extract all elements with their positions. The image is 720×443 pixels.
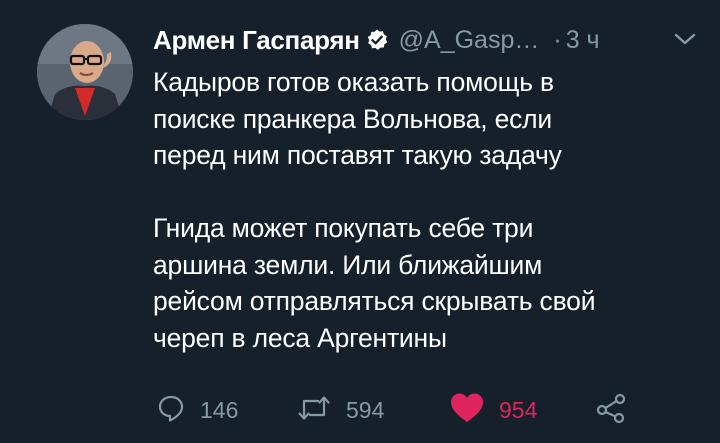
avatar[interactable]	[37, 24, 133, 120]
tweet-card[interactable]: Армен Гаспарян @A_Gasp… · 3 ч Кадыров го…	[0, 0, 720, 443]
heart-icon	[449, 392, 485, 429]
share-icon	[595, 392, 627, 429]
reply-icon	[156, 393, 186, 428]
author-handle[interactable]: @A_Gasp…	[399, 26, 540, 55]
avatar-photo	[37, 24, 133, 120]
verified-badge-icon	[365, 28, 389, 52]
retweet-count: 594	[346, 396, 385, 423]
reply-count: 146	[200, 396, 239, 423]
tweet-line: череп в леса Аргентины	[153, 322, 447, 353]
tweet-line: рейсом отправляться скрывать свой	[153, 286, 596, 316]
action-bar: 146 594 954	[153, 390, 653, 430]
tweet-line: Кадыров готов оказать помощь в	[153, 67, 554, 97]
author-name[interactable]: Армен Гаспарян	[153, 25, 360, 56]
retweet-icon	[296, 393, 332, 428]
tweet-line: аршина земли. Или ближайшим	[153, 249, 543, 280]
tweet-line: поиске пранкера Вольнова, если	[153, 103, 553, 134]
tweet-paragraph: Кадыров готов оказать помощь в поиске пр…	[153, 64, 693, 174]
tweet-line: перед ним поставят такую задачу	[153, 140, 562, 170]
like-button[interactable]: 954	[449, 390, 537, 430]
tweet-text: Кадыров готов оказать помощь в поиске пр…	[153, 64, 693, 356]
chevron-down-icon[interactable]	[672, 30, 698, 48]
like-count: 954	[499, 396, 538, 423]
tweet-paragraph: Гнида может покупать себе три аршина зем…	[153, 210, 693, 356]
share-button[interactable]	[595, 390, 627, 430]
tweet-header: Армен Гаспарян @A_Gasp… · 3 ч	[153, 20, 713, 60]
reply-button[interactable]: 146	[156, 390, 238, 430]
retweet-button[interactable]: 594	[296, 390, 384, 430]
tweet-line: Гнида может покупать себе три	[153, 213, 534, 243]
separator-dot: ·	[553, 25, 562, 54]
timestamp[interactable]: 3 ч	[566, 26, 600, 55]
